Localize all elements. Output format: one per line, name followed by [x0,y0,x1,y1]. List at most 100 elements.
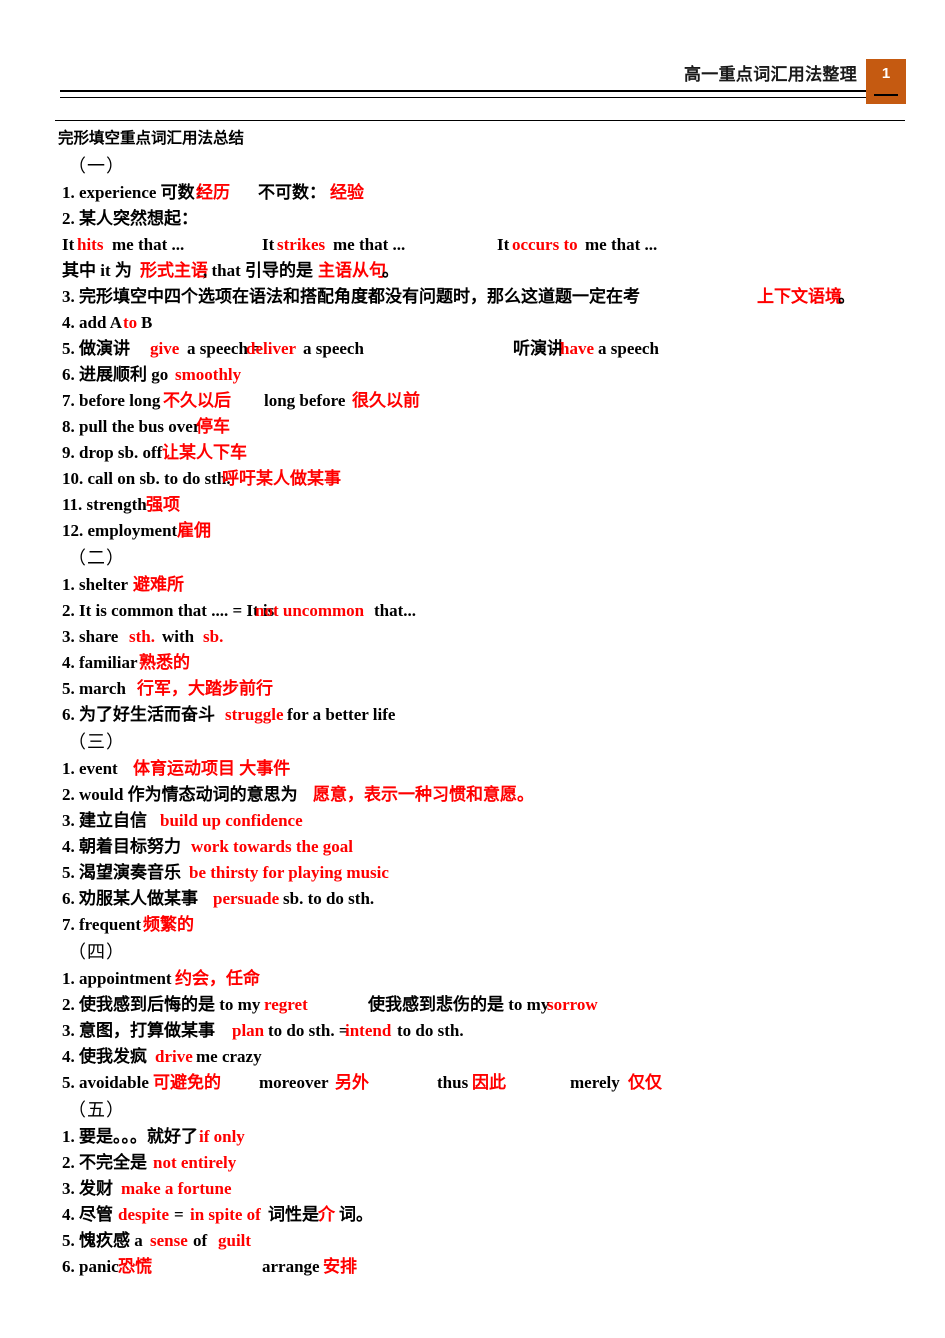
body-text: that... [374,601,417,620]
content-line: 3. 完形填空中四个选项在语法和搭配角度都没有问题时，那么这道题一定在考 上下文语… [0,284,945,310]
body-text: 7. frequent [62,915,142,934]
highlight-text: 经验 [330,183,364,202]
body-text: It [497,235,510,254]
body-text: moreover [259,1073,329,1092]
body-text: 3. share [62,627,119,646]
content-line: 2. 某人突然想起： [0,206,945,232]
highlight-text: 体育运动项目 大事件 [133,759,291,778]
body-text: 不可数： [258,183,326,202]
body-text: 9. drop sb. off [62,443,163,462]
body-text: 听演讲 [513,339,564,358]
highlight-text: 熟悉的 [139,653,190,672]
content-line: 6. panic 恐慌 arrange 安排 [0,1254,945,1280]
body-text: merely [570,1073,620,1092]
content-line: 4. 朝着目标努力 work towards the goal [0,834,945,860]
body-text: 6. 为了好生活而奋斗 [62,705,215,724]
header-rule-lower [60,97,866,98]
highlight-text: intend [345,1021,392,1040]
body-text: me that ... [112,235,185,254]
section-heading: （二） [68,548,125,568]
highlight-text: sense [150,1231,188,1250]
body-text: 词。 [339,1205,373,1224]
highlight-text: 呼吁某人做某事 [222,469,341,488]
body-text: to do sth. [397,1021,464,1040]
body-text: 。 [838,287,855,306]
body-text: 4. familiar [62,653,138,672]
highlight-text: 雇佣 [177,521,211,540]
body-text: 1. experience 可数： [62,183,212,202]
content-line: 5. march 行军，大踏步前行 [0,676,945,702]
body-text: me that ... [333,235,406,254]
highlight-text: sb. [203,627,224,646]
content-top-rule [55,120,905,121]
highlight-text: 形式主语 [140,261,208,280]
content-line: 6. 进展顺利 go smoothly [0,362,945,388]
highlight-text: 另外 [335,1073,369,1092]
body-text: 使我感到悲伤的是 to my [368,995,550,1014]
body-text: of [193,1231,208,1250]
body-text: me crazy [196,1047,262,1066]
content-line: 4. 尽管 despite = in spite of 词性是介词。 [0,1202,945,1228]
body-text: 8. pull the bus over [62,417,201,436]
content-line: 其中 it 为形式主语, that 引导的是 主语从句。 [0,258,945,284]
content-line: 10. call on sb. to do sth. 呼吁某人做某事 [0,466,945,492]
content-line: 5. 愧疚感 a sense of guilt [0,1228,945,1254]
content-line: 7. before long 不久以后 long before 很久以前 [0,388,945,414]
sections-container: （一） 1. experience 可数： 经历 不可数： 经验 2. 某人突然想起： It… [0,152,945,1280]
highlight-text: 强项 [146,495,180,514]
content-line: It hits me that ... It strikes me that ..… [0,232,945,258]
highlight-text: strikes [277,235,326,254]
content-line: 5. 做演讲 give a speech = deliver a speech 听… [0,336,945,362]
body-text: 4. 使我发疯 [62,1047,147,1066]
body-text: 5. 愧疚感 a [62,1231,143,1250]
highlight-text: 行军，大踏步前行 [137,679,273,698]
body-text: 5. 做演讲 [62,339,130,358]
body-text: 2. 使我感到后悔的是 to my [62,995,261,1014]
body-text: for a better life [287,705,396,724]
page-number: 1 [881,65,891,82]
highlight-text: 约会，任命 [175,969,260,988]
page-number-badge: 1 [866,59,906,104]
body-text: 5. avoidable [62,1073,149,1092]
badge-underline [874,94,898,96]
content-line: 4. familiar 熟悉的 [0,650,945,676]
content-line: 4. 使我发疯 drive me crazy [0,1044,945,1070]
highlight-text: 让某人下车 [162,443,247,462]
body-text: 3. 完形填空中四个选项在语法和搭配角度都没有问题时，那么这道题一定在考 [62,287,640,306]
content-line: 6. 为了好生活而奋斗 struggle for a better life [0,702,945,728]
content-line: 9. drop sb. off 让某人下车 [0,440,945,466]
body-text: 5. 渴望演奏音乐 [62,863,181,882]
body-text: 2. would 作为情态动词的意思为 [62,785,298,804]
highlight-text: 恐慌 [118,1257,152,1276]
highlight-text: despite [118,1205,169,1224]
body-text: sb. to do sth. [283,889,375,908]
content-line: 1. shelter 避难所 [0,572,945,598]
highlight-text: make a fortune [121,1179,232,1198]
highlight-text: regret [264,995,308,1014]
highlight-text: hits [77,235,104,254]
highlight-text: deliver [246,339,297,358]
body-text: 4. add A [62,313,122,332]
highlight-text: smoothly [175,365,242,384]
highlight-text: struggle [225,705,284,724]
highlight-text: not entirely [153,1153,237,1172]
section-heading: （五） [68,1100,125,1120]
body-text: 1. event [62,759,118,778]
body-text: 4. 朝着目标努力 [62,837,181,856]
body-text: 6. 进展顺利 go [62,365,169,384]
body-text: = [174,1205,184,1224]
highlight-text: persuade [213,889,280,908]
content-line: 5. 渴望演奏音乐 be thirsty for playing music [0,860,945,886]
content-line: 1. event 体育运动项目 大事件 [0,756,945,782]
content-line: 6. 劝服某人做某事 persuade sb. to do sth. [0,886,945,912]
highlight-text: have [560,339,594,358]
content-line: 2. It is common that .... = It is not un… [0,598,945,624]
highlight-text: build up confidence [160,811,303,830]
highlight-text: work towards the goal [191,837,353,856]
highlight-text: occurs to [512,235,578,254]
content-line: 5. avoidable 可避免的 moreover 另外 thus 因此 merel… [0,1070,945,1096]
highlight-text: 上下文语境 [757,287,842,306]
body-text: 12. employment [62,521,178,540]
content-line: 1. appointment 约会，任命 [0,966,945,992]
highlight-text: if only [199,1127,245,1146]
